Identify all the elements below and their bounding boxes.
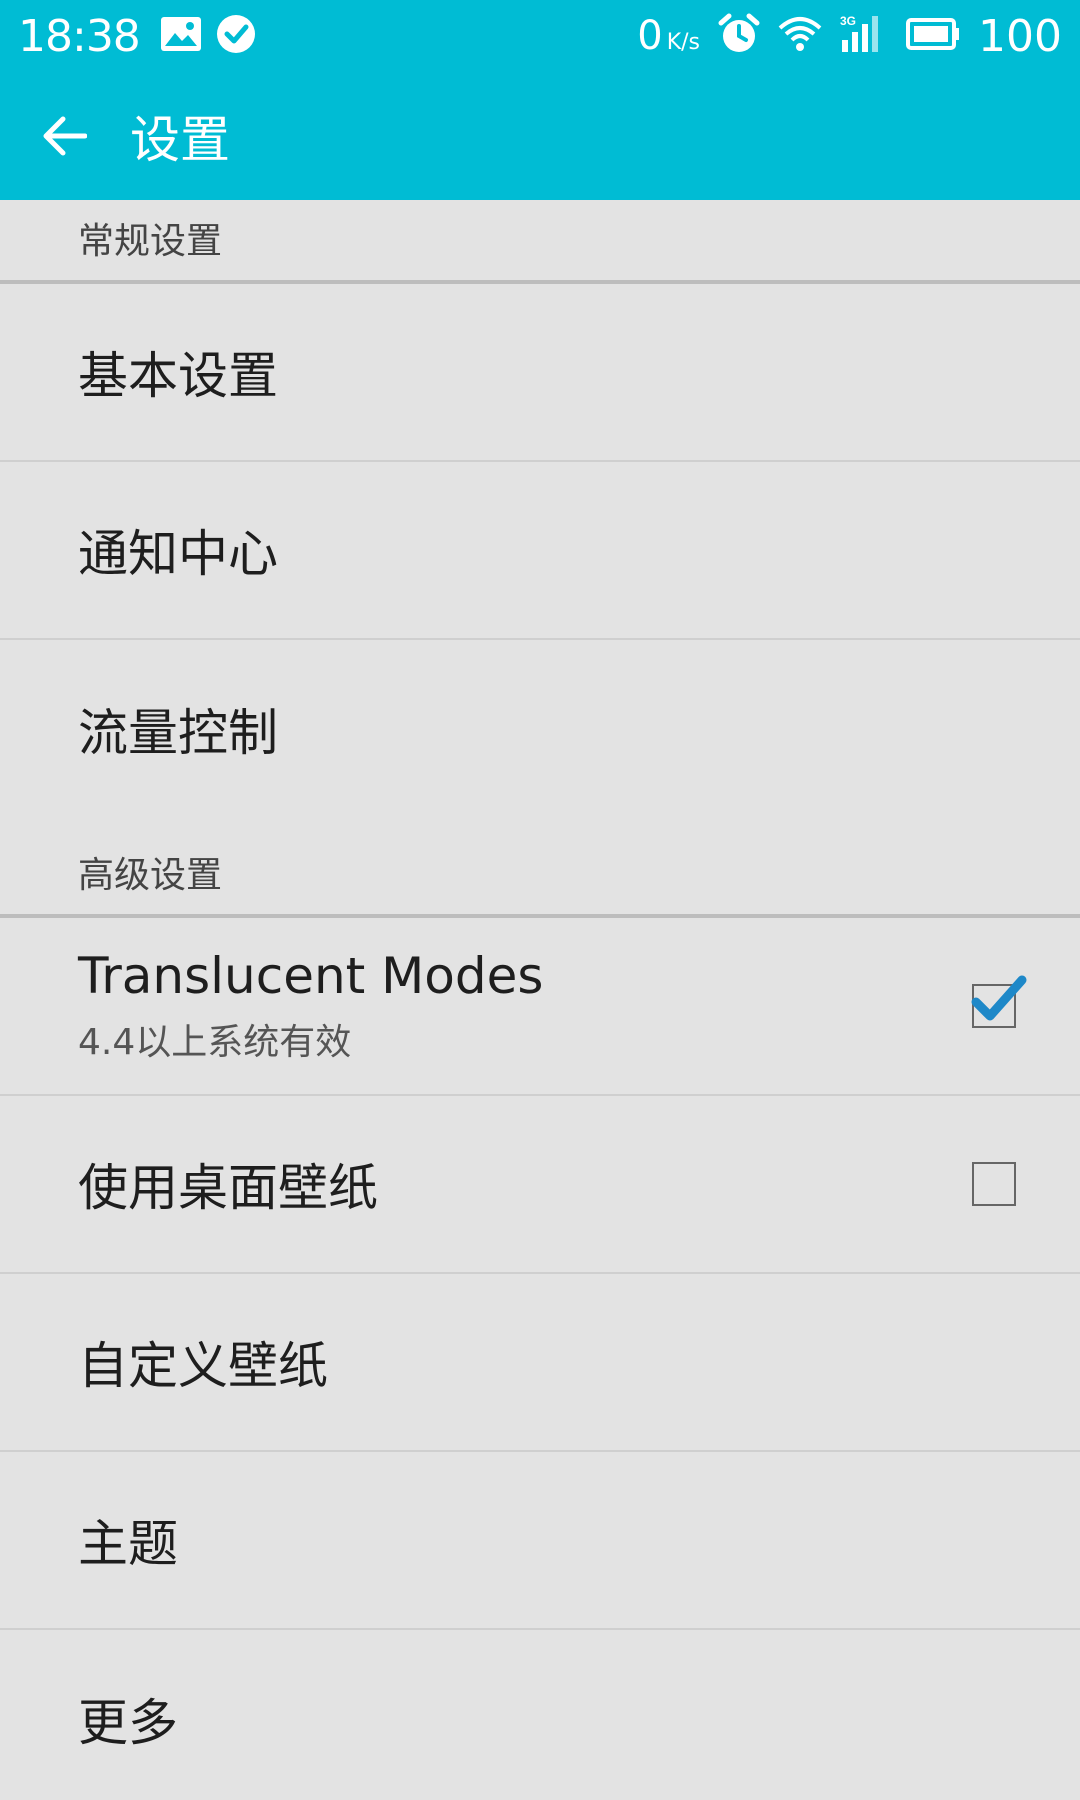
- setting-custom-wallpaper[interactable]: 自定义壁纸: [0, 1274, 1080, 1452]
- setting-basic[interactable]: 基本设置: [0, 284, 1080, 462]
- wifi-icon: [778, 16, 822, 56]
- setting-label: 主题: [78, 1515, 178, 1573]
- section-header-label: 高级设置: [78, 855, 223, 896]
- setting-use-desktop-wallpaper[interactable]: 使用桌面壁纸: [0, 1096, 1080, 1274]
- setting-label: 基本设置: [78, 347, 278, 405]
- signal-3g-icon: 3G: [840, 14, 888, 58]
- setting-label: 流量控制: [78, 704, 278, 762]
- back-button[interactable]: [0, 72, 130, 200]
- battery-icon: [906, 18, 960, 54]
- setting-theme[interactable]: 主题: [0, 1452, 1080, 1630]
- section-header-general: 常规设置: [0, 200, 1080, 284]
- alarm-icon: [718, 13, 760, 59]
- arrow-back-icon: [43, 116, 87, 156]
- status-bar: 18:38 0 K/s 3G 100: [0, 0, 1080, 72]
- setting-label: 自定义壁纸: [78, 1337, 328, 1395]
- setting-translucent-modes[interactable]: Translucent Modes 4.4以上系统有效: [0, 918, 1080, 1096]
- check-circle-icon: [216, 14, 256, 58]
- battery-percent: 100: [978, 10, 1062, 62]
- net-speed-value: 0: [637, 13, 663, 59]
- page-title: 设置: [130, 111, 230, 169]
- net-speed: 0 K/s: [637, 13, 700, 59]
- setting-summary: 4.4以上系统有效: [78, 1022, 352, 1063]
- section-header-label: 常规设置: [78, 221, 223, 262]
- settings-list: 常规设置 基本设置 通知中心 流量控制 高级设置 Translucent Mod…: [0, 200, 1080, 1800]
- setting-notification-center[interactable]: 通知中心: [0, 462, 1080, 640]
- setting-label: 更多: [78, 1694, 178, 1752]
- desktop-wallpaper-checkbox[interactable]: [972, 1162, 1016, 1206]
- setting-label: 通知中心: [78, 525, 278, 583]
- setting-label: Translucent Modes: [78, 947, 544, 1005]
- setting-label: 使用桌面壁纸: [78, 1159, 378, 1217]
- app-toolbar: 设置: [0, 72, 1080, 200]
- svg-text:3G: 3G: [840, 14, 856, 28]
- setting-traffic-control[interactable]: 流量控制: [0, 640, 1080, 818]
- translucent-checkbox[interactable]: [971, 975, 1027, 1028]
- status-time: 18:38: [18, 10, 141, 62]
- image-icon: [160, 16, 202, 56]
- section-header-advanced: 高级设置: [0, 818, 1080, 918]
- setting-more[interactable]: 更多: [0, 1630, 1080, 1800]
- checkmark-icon: [971, 975, 1027, 1021]
- net-speed-unit: K/s: [666, 30, 701, 55]
